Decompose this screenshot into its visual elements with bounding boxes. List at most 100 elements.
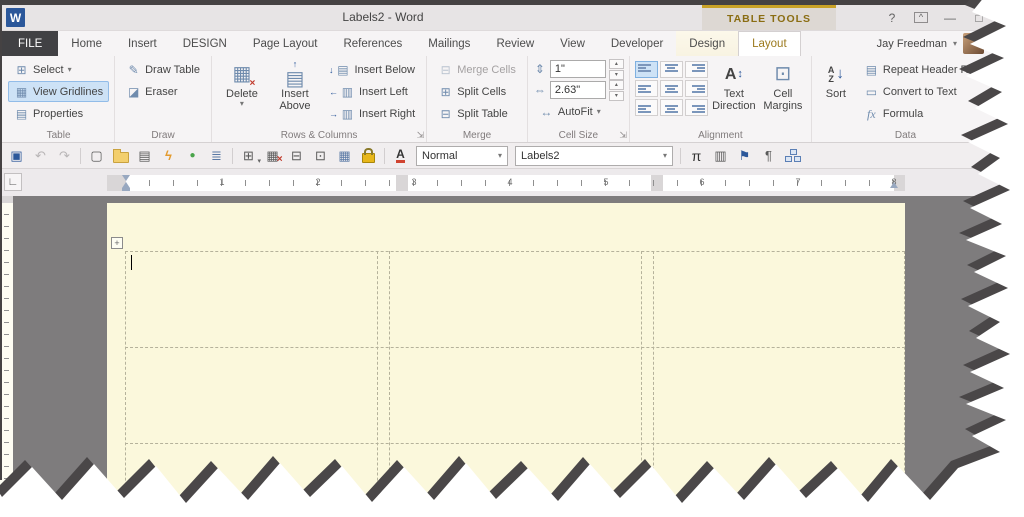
autofit-button[interactable]: ↔ AutoFit ▾ xyxy=(533,101,624,122)
eraser-icon: ◪ xyxy=(127,84,140,99)
style-combo[interactable]: Normal ▾ xyxy=(416,145,508,166)
equation-button[interactable]: π xyxy=(685,146,708,166)
cell-margins-button[interactable]: ⊡ Cell Margins xyxy=(760,59,806,115)
tab-view[interactable]: View xyxy=(547,31,598,56)
table-gridline xyxy=(904,251,905,517)
formatting-marks-button[interactable]: ¶ xyxy=(757,146,780,166)
table-gridline xyxy=(377,251,378,517)
tab-developer[interactable]: Developer xyxy=(598,31,676,56)
chart-button[interactable]: ▦ xyxy=(333,146,356,166)
properties-icon: ▤ xyxy=(15,106,28,121)
insert-cells-button[interactable]: ⊟ xyxy=(285,146,308,166)
tab-review[interactable]: Review xyxy=(483,31,547,56)
sort-button[interactable]: AZ ↓ Sort xyxy=(817,59,855,102)
text-direction-button[interactable]: A ↕ Text Direction xyxy=(711,59,757,115)
user-name[interactable]: Jay Freedman xyxy=(877,38,947,50)
tab-table-design[interactable]: Design xyxy=(676,31,738,56)
column-width-input[interactable]: 2.63" xyxy=(549,81,606,99)
borders-button[interactable]: ⊡ xyxy=(309,146,332,166)
tab-home[interactable]: Home xyxy=(58,31,115,56)
font-color-icon: A xyxy=(396,148,405,164)
user-avatar[interactable] xyxy=(963,33,984,54)
rows-columns-dialog-launcher[interactable]: ⇲ xyxy=(417,131,425,140)
toolbar-separator xyxy=(384,147,385,164)
goto-flag-button[interactable]: ⚑ xyxy=(733,146,756,166)
insert-left-arrow-icon: ← xyxy=(328,86,338,97)
split-cells-button[interactable]: ⊞ Split Cells xyxy=(432,81,522,102)
delete-cells-button[interactable]: ▦ × xyxy=(261,146,284,166)
redo-button[interactable]: ↷ xyxy=(53,146,76,166)
merge-cells-button[interactable]: ⊟ Merge Cells xyxy=(432,59,522,80)
minimize-button[interactable]: — xyxy=(943,11,957,25)
insert-above-button[interactable]: ↑ ▤ Insert Above xyxy=(270,59,320,115)
ribbon-layout-tab: ⊞ Select ▾ ▦ View Gridlines ▤ Properties… xyxy=(0,56,1024,143)
tab-stop-selector[interactable]: ∟ xyxy=(4,173,22,191)
tab-file[interactable]: FILE xyxy=(2,31,59,56)
table-move-handle[interactable]: + xyxy=(111,237,123,249)
table-gridline xyxy=(125,443,905,444)
column-width-down-button[interactable]: ▾ xyxy=(608,90,624,101)
tab-page-layout[interactable]: Page Layout xyxy=(240,31,331,56)
tab-design[interactable]: DESIGN xyxy=(170,31,240,56)
align-center-left-button[interactable] xyxy=(634,80,658,97)
select-table-icon: ⊞ xyxy=(16,62,27,77)
delete-button[interactable]: ▦ × Delete ▾ xyxy=(217,59,267,111)
row-height-up-button[interactable]: ▴ xyxy=(608,58,624,69)
open-button[interactable] xyxy=(109,146,132,166)
align-bottom-center-button[interactable] xyxy=(659,99,683,116)
column-width-icon: ⇔ xyxy=(533,83,546,97)
tab-insert[interactable]: Insert xyxy=(115,31,170,56)
insert-right-button[interactable]: → ▥ Insert Right xyxy=(323,103,421,124)
table-gridline xyxy=(389,251,390,517)
lock-button[interactable] xyxy=(357,146,380,166)
select-button[interactable]: ⊞ Select ▾ xyxy=(8,59,109,80)
view-gridlines-button[interactable]: ▦ View Gridlines xyxy=(8,81,110,102)
user-menu-caret-icon[interactable]: ▾ xyxy=(953,39,957,48)
draw-table-button[interactable]: ✎ Draw Table xyxy=(120,59,206,80)
formula-button[interactable]: fx Formula xyxy=(858,103,994,124)
new-document-button[interactable]: ▢ xyxy=(85,146,108,166)
convert-to-text-button[interactable]: ▭ Convert to Text xyxy=(858,81,994,102)
undo-button[interactable]: ↶ xyxy=(29,146,52,166)
insert-right-icon: ▥ xyxy=(341,106,354,121)
align-bottom-left-button[interactable] xyxy=(634,99,658,116)
record-macro-button[interactable]: ● xyxy=(181,146,204,166)
left-indent-marker[interactable] xyxy=(122,188,130,191)
repeat-header-rows-button[interactable]: ▤ Repeat Header Rows xyxy=(858,59,994,80)
row-height-input[interactable]: 1" xyxy=(549,60,606,78)
format-pen-button[interactable]: A xyxy=(389,146,412,166)
tab-mailings[interactable]: Mailings xyxy=(415,31,483,56)
ruler-number: 5 xyxy=(603,177,609,187)
right-indent-marker[interactable] xyxy=(890,182,898,188)
page-setup-button[interactable]: ▥ xyxy=(709,146,732,166)
align-top-left-button[interactable] xyxy=(634,61,658,78)
org-chart-button[interactable] xyxy=(781,146,804,166)
document-page[interactable]: + xyxy=(107,203,905,517)
save-button[interactable]: ▣ xyxy=(5,146,28,166)
eraser-button[interactable]: ◪ Eraser xyxy=(120,81,206,102)
align-bottom-right-button[interactable] xyxy=(684,99,708,116)
help-button[interactable]: ? xyxy=(885,11,899,25)
align-top-right-button[interactable] xyxy=(684,61,708,78)
ribbon-display-options-button[interactable]: ^ xyxy=(914,12,928,23)
repeat-header-rows-icon: ▤ xyxy=(865,62,878,77)
table-style-combo[interactable]: Labels2 ▾ xyxy=(515,145,673,166)
cell-size-dialog-launcher[interactable]: ⇲ xyxy=(619,131,627,140)
insert-below-button[interactable]: ↓ ▤ Insert Below xyxy=(323,59,421,80)
tab-references[interactable]: References xyxy=(330,31,415,56)
edit-document-button[interactable]: ▤ xyxy=(133,146,156,166)
autoformat-button[interactable]: ϟ xyxy=(157,146,180,166)
split-table-button[interactable]: ⊟ Split Table xyxy=(432,103,522,124)
align-center-right-button[interactable] xyxy=(684,80,708,97)
row-height-down-button[interactable]: ▾ xyxy=(608,69,624,80)
properties-button[interactable]: ▤ Properties xyxy=(8,103,109,124)
align-top-center-button[interactable] xyxy=(659,61,683,78)
maximize-button[interactable]: □ xyxy=(972,11,986,25)
column-width-up-button[interactable]: ▴ xyxy=(608,79,624,90)
outline-view-button[interactable]: ≣ xyxy=(205,146,228,166)
insert-left-button[interactable]: ← ▥ Insert Left xyxy=(323,81,421,102)
align-center-button[interactable] xyxy=(659,80,683,97)
first-line-indent-marker[interactable] xyxy=(122,175,130,181)
tab-table-layout[interactable]: Layout xyxy=(738,31,801,56)
insert-table-button[interactable]: ⊞ ▾ xyxy=(237,146,261,166)
